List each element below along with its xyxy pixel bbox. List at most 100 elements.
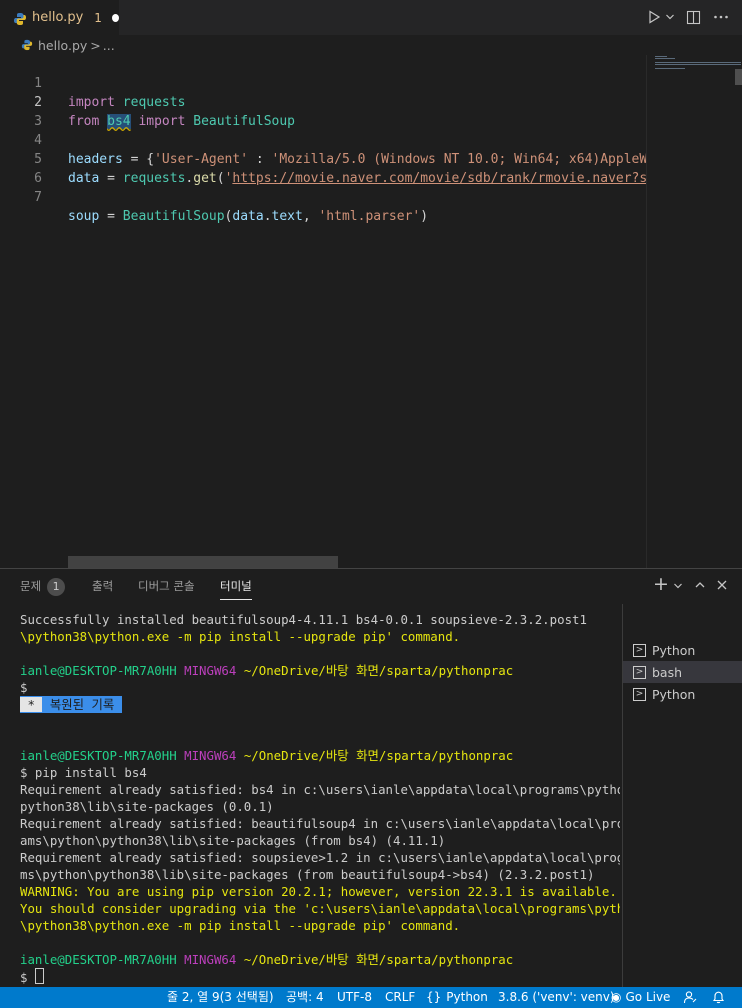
tab-problem-count: 1 <box>94 10 102 25</box>
code-editor[interactable]: 1 import requests 2 from bs4 import Beau… <box>0 55 646 568</box>
python-interpreter[interactable]: 3.8.6 ('venv': venv) <box>498 987 615 1008</box>
maximize-panel-chevron-up-icon[interactable] <box>694 577 706 595</box>
terminal-line: \python38\python.exe -m pip install --up… <box>20 629 461 644</box>
braces-icon: {} <box>426 990 442 1004</box>
indentation[interactable]: 공백: 4 <box>286 987 324 1008</box>
code-line: 5 data = requests.get('https://movie.nav… <box>0 131 646 186</box>
prompt-path: ~/OneDrive/바탕 화면/sparta/pythonprac <box>243 952 514 967</box>
terminal-line: ams\python\python38\lib\site-packages (f… <box>20 833 446 848</box>
terminal-input-line[interactable]: $ <box>20 968 44 985</box>
close-panel-icon[interactable] <box>716 577 728 595</box>
unsaved-dot-icon[interactable] <box>111 13 119 22</box>
tab-filename: hello.py <box>32 10 84 25</box>
terminal-icon: > <box>633 687 646 701</box>
vertical-scrollbar[interactable] <box>735 69 742 85</box>
terminal-prompt: ianle@DESKTOP-MR7A0HH MINGW64 ~/OneDrive… <box>20 662 513 679</box>
breadcrumb-separator: > <box>90 37 101 53</box>
prompt-user: ianle@DESKTOP-MR7A0HH <box>20 663 177 678</box>
editor-tab-bar: hello.py 1 <box>0 0 742 35</box>
code-token: text <box>271 209 303 224</box>
terminal-list-label: bash <box>652 664 683 680</box>
run-dropdown-chevron-icon[interactable] <box>663 7 677 27</box>
code-line: 6 <box>0 150 646 186</box>
terminal-list-item-python[interactable]: > Python <box>623 639 742 661</box>
language-label: Python <box>446 990 488 1004</box>
feedback-person-icon[interactable] <box>683 987 697 1008</box>
prompt-user: ianle@DESKTOP-MR7A0HH <box>20 952 177 967</box>
prompt-symbol: $ <box>20 970 35 985</box>
tab-output[interactable]: 출력 <box>92 569 113 604</box>
tab-problems-label: 문제 <box>20 579 42 593</box>
terminal-line: $ pip install bs4 <box>20 765 147 780</box>
terminal-prompt: ianle@DESKTOP-MR7A0HH MINGW64 ~/OneDrive… <box>20 747 513 764</box>
more-actions-icon[interactable] <box>710 7 732 27</box>
terminal-icon: > <box>633 643 646 657</box>
prompt-env: MINGW64 <box>184 748 237 763</box>
go-live-label: Go Live <box>625 990 671 1004</box>
prompt-path: ~/OneDrive/바탕 화면/sparta/pythonprac <box>243 663 514 678</box>
language-mode[interactable]: {} Python <box>426 987 488 1008</box>
code-line: 2 from bs4 import BeautifulSoup <box>0 74 646 129</box>
bottom-panel: 문제 1 출력 디버그 콘솔 터미널 + Successfully install… <box>0 568 742 988</box>
terminal-list-item-python-2[interactable]: > Python <box>623 683 742 705</box>
code-line: 4 headers = {'User-Agent' : 'Mozilla/5.0… <box>0 112 646 167</box>
code-token: soup <box>68 209 100 224</box>
terminal-line: Requirement already satisfied: soupsieve… <box>20 850 620 865</box>
minimap[interactable] <box>646 55 742 568</box>
minimap-line <box>655 68 685 69</box>
breadcrumb-more[interactable]: ... <box>103 38 115 53</box>
python-file-icon <box>21 39 33 51</box>
go-live-button[interactable]: ◉ Go Live <box>611 987 670 1008</box>
prompt-env: MINGW64 <box>184 663 237 678</box>
terminal-list-label: Python <box>652 686 696 702</box>
terminal-prompt: ianle@DESKTOP-MR7A0HH MINGW64 ~/OneDrive… <box>20 951 513 968</box>
terminal-line: python38\lib\site-packages (0.0.1) <box>20 799 274 814</box>
prompt-user: ianle@DESKTOP-MR7A0HH <box>20 748 177 763</box>
tab-terminal[interactable]: 터미널 <box>220 569 252 604</box>
line-number: 7 <box>34 190 42 205</box>
terminal-line: Requirement already satisfied: beautiful… <box>20 816 620 831</box>
broadcast-icon: ◉ <box>611 990 622 1004</box>
tab-debug-console[interactable]: 디버그 콘솔 <box>138 569 195 604</box>
minimap-line <box>655 56 667 57</box>
code-token: ) <box>420 209 429 224</box>
prompt-path: ~/OneDrive/바탕 화면/sparta/pythonprac <box>243 748 514 763</box>
terminal-dropdown-chevron-icon[interactable] <box>673 577 683 595</box>
new-terminal-plus-icon[interactable]: + <box>653 575 669 594</box>
restored-text: 복원된 기록 <box>42 697 122 712</box>
minimap-line <box>655 62 741 63</box>
code-token: 'html.parser' <box>318 209 421 224</box>
panel-tab-bar: 문제 1 출력 디버그 콘솔 터미널 + <box>0 569 742 604</box>
terminal-warning: You should consider upgrading via the 'c… <box>20 901 620 916</box>
cursor-position[interactable]: 줄 2, 열 9(3 선택됨) <box>167 987 274 1008</box>
tab-hello-py[interactable]: hello.py 1 <box>0 0 119 35</box>
code-token: . <box>263 209 272 224</box>
restored-star: * <box>20 697 43 712</box>
notifications-bell-icon[interactable] <box>712 987 725 1008</box>
encoding[interactable]: UTF-8 <box>337 987 372 1008</box>
line-ending[interactable]: CRLF <box>385 987 415 1008</box>
split-editor-icon[interactable] <box>684 7 702 27</box>
breadcrumb: hello.py > ... <box>0 35 742 55</box>
restored-history-banner: * 복원된 기록 <box>20 696 122 713</box>
terminal-warning: \python38\python.exe -m pip install --up… <box>20 918 461 933</box>
breadcrumb-file[interactable]: hello.py <box>38 38 87 53</box>
terminal-list: > Python > bash > Python <box>622 604 742 988</box>
horizontal-scrollbar[interactable] <box>68 556 338 568</box>
terminal-line: ms\python\python38\lib\site-packages (fr… <box>20 867 595 882</box>
code-line: 3 <box>0 93 646 129</box>
minimap-line <box>655 58 675 59</box>
terminal-line: Successfully installed beautifulsoup4-4.… <box>20 612 587 627</box>
terminal-warning: WARNING: You are using pip version 20.2.… <box>20 884 617 899</box>
code-token: BeautifulSoup <box>122 209 225 224</box>
terminal-output[interactable]: Successfully installed beautifulsoup4-4.… <box>20 611 620 986</box>
terminal-cursor <box>34 968 44 984</box>
terminal-line: Requirement already satisfied: bs4 in c:… <box>20 782 620 797</box>
terminal-list-item-bash[interactable]: > bash <box>623 661 742 683</box>
tab-problems[interactable]: 문제 1 <box>20 569 66 604</box>
prompt-env: MINGW64 <box>184 952 237 967</box>
terminal-list-label: Python <box>652 642 696 658</box>
code-token: = <box>99 209 123 224</box>
code-token: data <box>232 209 264 224</box>
run-icon[interactable] <box>645 7 663 27</box>
